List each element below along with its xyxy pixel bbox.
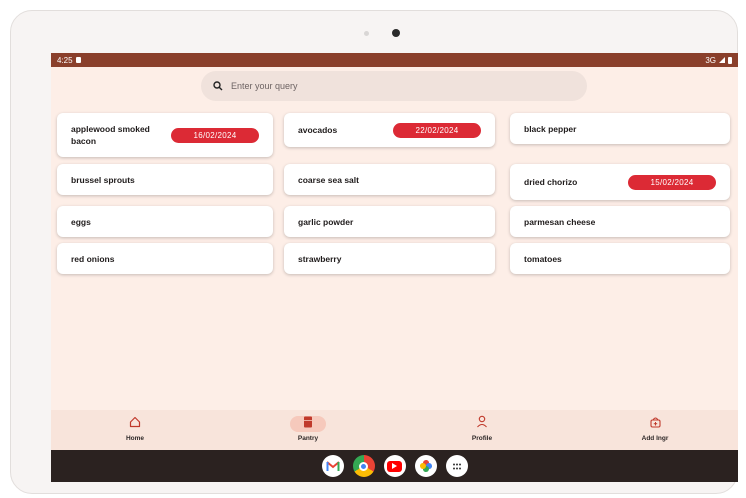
bottom-navigation: Home Pantry Profile Add Ingr bbox=[51, 410, 738, 450]
gmail-icon[interactable] bbox=[321, 455, 344, 477]
profile-icon bbox=[476, 415, 488, 433]
nav-label: Add Ingr bbox=[641, 435, 669, 442]
ingredient-card[interactable]: tomatoes bbox=[510, 243, 730, 274]
taskbar bbox=[51, 450, 738, 482]
nav-home[interactable]: Home bbox=[85, 410, 185, 450]
expiry-badge: 22/02/2024 bbox=[393, 122, 481, 138]
ingredient-card[interactable]: parmesan cheese bbox=[510, 206, 730, 237]
ingredient-card[interactable]: applewood smoked bacon 16/02/2024 bbox=[57, 113, 273, 157]
app-drawer-icon[interactable] bbox=[445, 455, 468, 477]
nav-label: Profile bbox=[471, 435, 493, 442]
battery-icon bbox=[728, 56, 732, 64]
ingredient-name: eggs bbox=[71, 216, 91, 227]
nav-label: Pantry bbox=[297, 435, 319, 442]
network-type: 3G bbox=[705, 55, 716, 65]
ingredient-name: coarse sea salt bbox=[298, 174, 359, 185]
ingredient-name: dried chorizo bbox=[524, 177, 578, 187]
ingredient-card[interactable]: black pepper bbox=[510, 113, 730, 144]
ingredient-card[interactable]: avocados 22/02/2024 bbox=[284, 113, 495, 147]
youtube-icon[interactable] bbox=[383, 455, 406, 477]
ingredient-card[interactable]: garlic powder bbox=[284, 206, 495, 237]
search-icon bbox=[213, 81, 223, 91]
nav-pantry[interactable]: Pantry bbox=[258, 410, 358, 450]
app-screen: 4:25 3G applewood smoked bacon 16/02/2 bbox=[51, 53, 738, 482]
ingredient-name: brussel sprouts bbox=[71, 174, 135, 185]
expiry-badge: 15/02/2024 bbox=[628, 174, 716, 190]
ingredient-name: parmesan cheese bbox=[524, 216, 596, 227]
ingredient-card[interactable]: coarse sea salt bbox=[284, 164, 495, 195]
nav-profile[interactable]: Profile bbox=[432, 410, 532, 450]
search-input[interactable] bbox=[231, 81, 531, 91]
status-bar: 4:25 3G bbox=[51, 53, 738, 67]
tablet-frame: 4:25 3G applewood smoked bacon 16/02/2 bbox=[10, 10, 738, 494]
pantry-icon bbox=[303, 415, 313, 433]
ingredient-card[interactable]: strawberry bbox=[284, 243, 495, 274]
photos-icon[interactable] bbox=[414, 455, 437, 477]
ingredient-name: garlic powder bbox=[298, 216, 354, 227]
home-icon bbox=[129, 415, 141, 433]
ingredient-card[interactable]: dried chorizo 15/02/2024 bbox=[510, 164, 730, 200]
ingredient-name: red onions bbox=[71, 253, 115, 264]
ingredient-name: strawberry bbox=[298, 253, 342, 264]
sensor-dot bbox=[364, 31, 369, 36]
status-time: 4:25 bbox=[57, 55, 73, 65]
chrome-icon[interactable] bbox=[352, 455, 375, 477]
notification-icon bbox=[75, 57, 81, 63]
expiry-badge: 16/02/2024 bbox=[171, 127, 259, 143]
ingredient-name: applewood smoked bacon bbox=[71, 124, 150, 146]
ingredient-name: black pepper bbox=[524, 123, 577, 134]
nav-add-ingredient[interactable]: Add Ingr bbox=[605, 410, 705, 450]
ingredient-name: avocados bbox=[298, 125, 338, 135]
add-ingredient-icon bbox=[649, 415, 662, 433]
search-bar[interactable] bbox=[201, 71, 587, 101]
nav-label: Home bbox=[125, 435, 145, 442]
camera-icon bbox=[392, 29, 400, 37]
ingredient-name: tomatoes bbox=[524, 253, 562, 264]
ingredient-card[interactable]: brussel sprouts bbox=[57, 164, 273, 195]
signal-icon bbox=[719, 57, 725, 63]
ingredient-card[interactable]: red onions bbox=[57, 243, 273, 274]
ingredient-card[interactable]: eggs bbox=[57, 206, 273, 237]
